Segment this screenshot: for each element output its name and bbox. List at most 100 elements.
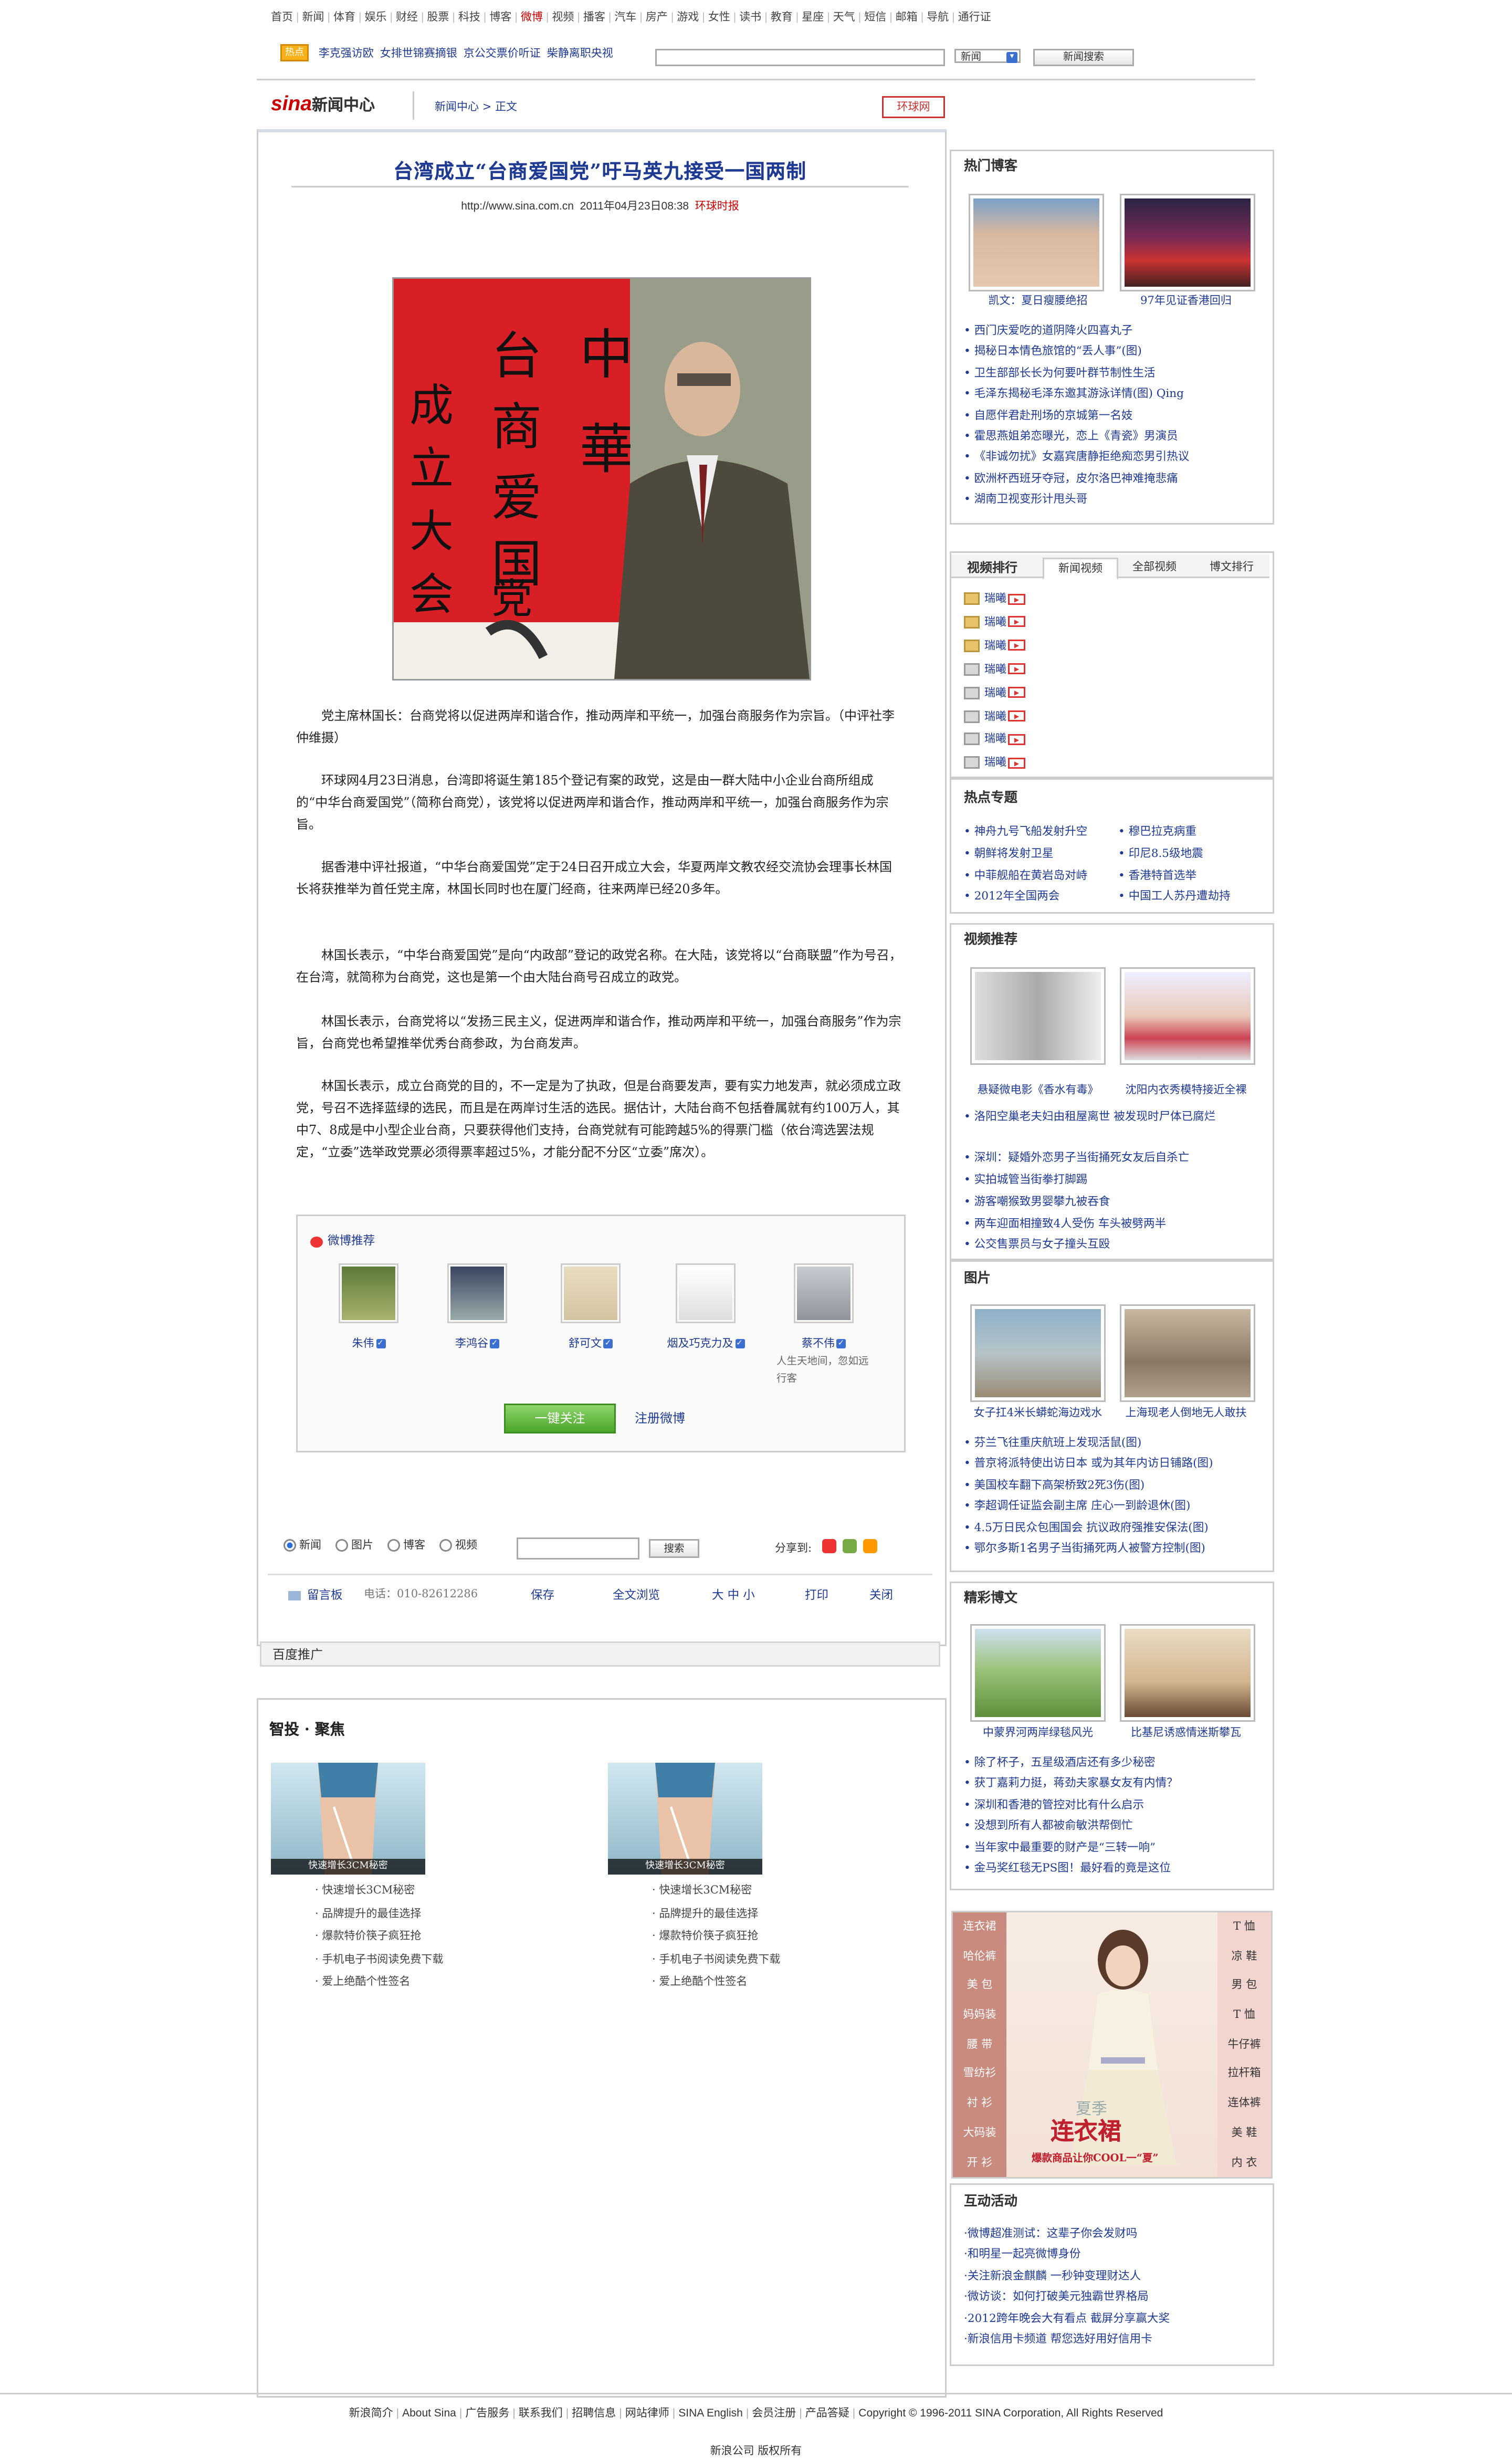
guestbook-link[interactable]: 留言板 xyxy=(288,1586,343,1604)
list-item[interactable]: • 两车迎面相撞致4人受伤 车头被劈两半 xyxy=(964,1215,1257,1233)
renren-share-icon[interactable] xyxy=(863,1539,877,1553)
hot-topic-item[interactable]: 2012年全国两会 xyxy=(964,886,1060,908)
weibo-user-name[interactable]: 李鸿谷 ✓ xyxy=(430,1336,524,1352)
nav-item[interactable]: 天气 xyxy=(833,13,855,24)
list-item[interactable]: • 游客嘲猴致男婴攀九被吞食 xyxy=(964,1192,1257,1211)
weibo-share-icon[interactable] xyxy=(822,1539,836,1553)
video-rank-item[interactable]: 瑞曦 ▶ xyxy=(964,755,1025,771)
nav-item[interactable]: 教育 xyxy=(771,13,793,24)
nav-item[interactable]: 首页 xyxy=(271,13,293,24)
weibo-user-name[interactable]: 烟及巧克力及 ✓ xyxy=(658,1336,753,1352)
list-item[interactable]: • 深圳：疑婚外恋男子当街捅死女友后自杀亡 xyxy=(964,1148,1257,1167)
footer-link[interactable]: 招聘信息 xyxy=(572,2409,616,2420)
ad-menu-item[interactable]: 连体裤 xyxy=(1217,2089,1271,2118)
hot-topic-item[interactable]: 朝鲜将发射卫星 xyxy=(964,842,1054,864)
huanqiu-logo[interactable]: 环球网 xyxy=(882,96,945,118)
news-search-button[interactable]: 新闻搜索 xyxy=(1033,49,1134,66)
fashion-ad[interactable]: 连衣裙 哈伦裤美 包妈妈装腰 带雪纺衫衬 衫大码装开 衫 T 恤凉 鞋男 包T 恤… xyxy=(951,1911,1273,2179)
nav-item[interactable]: 体育 xyxy=(333,13,355,24)
list-item[interactable]: ·微访谈：如何打破美元独霸世界格局 xyxy=(964,2286,1266,2307)
ad-menu-item[interactable]: 凉 鞋 xyxy=(1217,1942,1271,1971)
nav-item[interactable]: 星座 xyxy=(802,13,824,24)
video-rank-item[interactable]: 瑞曦 ▶ xyxy=(964,637,1025,653)
list-item[interactable]: 李超调任证监会副主席 庄心一到龄退休(图) xyxy=(964,1495,1266,1516)
tab-video-rank[interactable]: 全部视频 xyxy=(1118,558,1191,577)
list-item[interactable]: 美国校车翻下高架桥致2死3伤(图) xyxy=(964,1474,1266,1495)
list-item[interactable]: ·2012跨年晚会大有看点 截屏分享赢大奖 xyxy=(964,2307,1266,2328)
tool-link[interactable]: 保存 xyxy=(531,1586,554,1604)
video-rec-caption-2[interactable]: 沈阳内衣秀模特接近全裸 xyxy=(1112,1082,1260,1098)
ad-menu-item[interactable]: T 恤 xyxy=(1217,1912,1271,1942)
zhitou-item[interactable]: 快速增长3CM秘密 xyxy=(652,1879,780,1902)
hot-topic-item[interactable]: 中国工人苏丹遭劫持 xyxy=(1118,886,1231,908)
radio-icon[interactable] xyxy=(439,1539,452,1552)
nav-item[interactable]: 视频 xyxy=(552,13,574,24)
list-item[interactable]: ·微博超准测试：这辈子你会发财吗 xyxy=(964,2223,1266,2244)
nav-item[interactable]: 导航 xyxy=(927,13,949,24)
pictures-thumb-2[interactable] xyxy=(1120,1304,1255,1402)
search-option[interactable]: 博客 xyxy=(387,1539,425,1552)
blog-feature-thumb-1[interactable] xyxy=(970,1624,1106,1722)
blog-feature-thumb-2[interactable] xyxy=(1120,1624,1255,1722)
footer-link[interactable]: 产品答疑 xyxy=(805,2409,849,2420)
search-option[interactable]: 视频 xyxy=(439,1539,477,1552)
footer-link[interactable]: SINA English xyxy=(678,2409,743,2420)
ad-menu-item[interactable]: 美 包 xyxy=(953,1971,1006,2001)
list-item[interactable]: 4.5万日民众包围国会 抗议政府强推安保法(图) xyxy=(964,1516,1266,1537)
nav-item[interactable]: 通行证 xyxy=(958,13,991,24)
nav-item[interactable]: 游戏 xyxy=(677,13,699,24)
register-weibo-link[interactable]: 注册微博 xyxy=(635,1410,685,1427)
zhitou-item[interactable]: 品牌提升的最佳选择 xyxy=(315,1902,443,1926)
hot-topic-item[interactable]: 中菲舰船在黄岩岛对峙 xyxy=(964,864,1088,886)
footer-link[interactable]: 联系我们 xyxy=(519,2409,563,2420)
article-url[interactable]: http://www.sina.com.cn xyxy=(461,202,574,213)
weibo-user[interactable]: 李鸿谷 ✓ xyxy=(430,1263,524,1352)
blog-feature-caption-1[interactable]: 中蒙界河两岸绿毯风光 xyxy=(964,1725,1112,1741)
hot-link[interactable]: 京公交票价听证 xyxy=(464,47,541,59)
breadcrumb[interactable]: 新闻中心 > 正文 xyxy=(435,99,517,115)
tool-link[interactable]: 全文浏览 xyxy=(613,1586,660,1604)
blog-feature-caption-2[interactable]: 比基尼诱惑情迷斯攀瓦 xyxy=(1112,1725,1260,1741)
list-item[interactable]: 鄂尔多斯1名男子当街捅死两人被警方控制(图) xyxy=(964,1537,1266,1558)
weibo-user[interactable]: 朱伟 ✓ xyxy=(321,1263,416,1352)
hot-link[interactable]: 柴静离职央视 xyxy=(547,47,613,59)
list-item[interactable]: 深圳和香港的管控对比有什么启示 xyxy=(964,1794,1266,1815)
ad-menu-item[interactable]: T 恤 xyxy=(1217,2001,1271,2030)
list-item[interactable]: ·新浪信用卡频道 帮您选好用好信用卡 xyxy=(964,2328,1266,2349)
ad-menu-item[interactable]: 妈妈装 xyxy=(953,2001,1006,2030)
list-item[interactable]: 自愿伴君赴刑场的京城第一名妓 xyxy=(964,404,1266,425)
list-item[interactable]: 卫生部部长长为何要叶群节制性生活 xyxy=(964,362,1266,383)
avatar[interactable] xyxy=(447,1263,507,1323)
nav-item[interactable]: 财经 xyxy=(396,13,418,24)
list-item[interactable]: 《非诚勿扰》女嘉宾唐静拒绝痴恋男引热议 xyxy=(964,446,1266,467)
list-item[interactable]: 欧洲杯西班牙夺冠，皮尔洛巴神难掩悲痛 xyxy=(964,468,1266,489)
list-item[interactable]: ·和明星一起亮微博身份 xyxy=(964,2244,1266,2265)
nav-item[interactable]: 读书 xyxy=(739,13,761,24)
nav-item[interactable]: 房产 xyxy=(646,13,668,24)
radio-icon[interactable] xyxy=(335,1539,348,1552)
weibo-user[interactable]: 舒可文 ✓ xyxy=(543,1263,638,1352)
hot-blog-thumb-2[interactable] xyxy=(1120,194,1255,291)
list-item[interactable]: 西门庆爱吃的道阴降火四喜丸子 xyxy=(964,320,1266,341)
follow-all-button[interactable]: 一键关注 xyxy=(504,1404,616,1433)
list-item[interactable]: ·关注新浪金麒麟 一秒钟变理财达人 xyxy=(964,2265,1266,2286)
hot-topic-item[interactable]: 穆巴拉克病重 xyxy=(1118,821,1196,843)
video-rank-item[interactable]: 瑞曦 ▶ xyxy=(964,708,1025,724)
hot-topic-item[interactable]: 香港特首选举 xyxy=(1118,864,1196,886)
hot-blog-caption-2[interactable]: 97年见证香港回归 xyxy=(1112,293,1260,309)
avatar[interactable] xyxy=(794,1263,854,1323)
nav-item[interactable]: 新闻 xyxy=(302,13,324,24)
list-item[interactable]: 普京将派特使出访日本 或为其年内访日铺路(图) xyxy=(964,1453,1266,1474)
hot-blog-thumb-1[interactable] xyxy=(969,194,1104,291)
tool-link[interactable]: 打印 xyxy=(805,1586,828,1604)
footer-link[interactable]: About Sina xyxy=(402,2409,456,2420)
list-item[interactable]: • 实拍城管当街拳打脚踢 xyxy=(964,1170,1257,1189)
list-item[interactable]: 获丁嘉莉力挺，蒋劲夫家暴女友有内情？ xyxy=(964,1773,1266,1794)
nav-item[interactable]: 科技 xyxy=(458,13,480,24)
hot-blog-caption-1[interactable]: 凯文：夏日瘦腰绝招 xyxy=(964,293,1112,309)
ad-menu-item[interactable]: 腰 带 xyxy=(953,2030,1006,2059)
list-item[interactable]: 金马奖红毯无PS图！最好看的竟是这位 xyxy=(964,1857,1266,1878)
zhitou-item[interactable]: 爆款特价筷子疯狂抢 xyxy=(315,1926,443,1949)
nav-item[interactable]: 女性 xyxy=(708,13,730,24)
avatar[interactable] xyxy=(561,1263,621,1323)
